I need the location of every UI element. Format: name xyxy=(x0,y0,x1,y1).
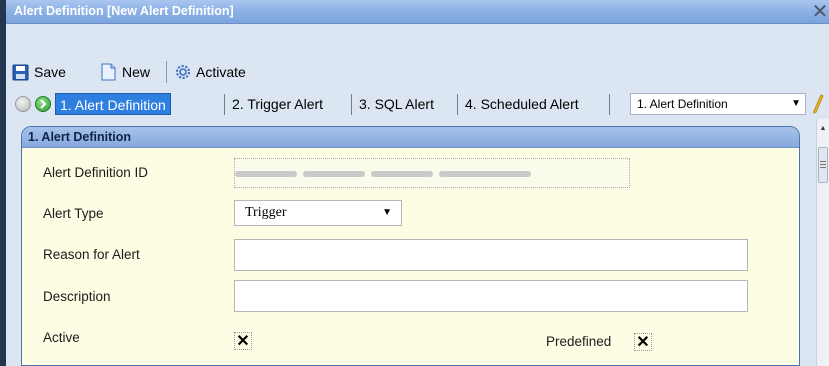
new-label: New xyxy=(122,64,151,80)
tab-alert-definition[interactable]: 1. Alert Definition xyxy=(55,93,171,115)
description-input[interactable] xyxy=(234,280,748,312)
chevron-down-icon: ▼ xyxy=(791,98,801,109)
new-document-icon xyxy=(101,63,116,81)
panel-title: 1. Alert Definition xyxy=(28,130,132,144)
predefined-label: Predefined xyxy=(546,334,612,349)
save-label: Save xyxy=(34,64,66,80)
tab-separator xyxy=(609,94,610,115)
toolbar-separator xyxy=(166,61,167,83)
redacted-id-text xyxy=(371,171,433,177)
step-selector[interactable]: 1. Alert Definition ▼ xyxy=(630,93,806,115)
alert-definition-id-field xyxy=(234,158,630,188)
back-arrow-icon[interactable] xyxy=(15,96,31,112)
tab-separator xyxy=(224,94,225,115)
alert-definition-window: Alert Definition [New Alert Definition] … xyxy=(0,0,829,366)
tab-separator xyxy=(457,94,458,115)
step-selector-value: 1. Alert Definition xyxy=(637,97,728,111)
chevron-down-icon: ▼ xyxy=(382,207,392,218)
active-label: Active xyxy=(43,330,80,345)
close-icon[interactable]: ✕ xyxy=(811,1,829,23)
alert-type-value: Trigger xyxy=(245,205,287,220)
tab-sql-alert[interactable]: 3. SQL Alert xyxy=(355,93,438,115)
redacted-id-text xyxy=(303,171,365,177)
save-icon xyxy=(12,64,29,80)
alert-type-label: Alert Type xyxy=(43,206,104,221)
tab-scheduled-alert[interactable]: 4. Scheduled Alert xyxy=(461,93,583,115)
tab-separator xyxy=(351,94,352,115)
predefined-checkbox[interactable]: ✕ xyxy=(634,333,652,351)
window-title: Alert Definition [New Alert Definition] xyxy=(14,4,234,18)
pencil-icon[interactable] xyxy=(812,94,824,114)
title-bar: Alert Definition [New Alert Definition] … xyxy=(6,0,829,24)
reason-for-alert-label: Reason for Alert xyxy=(43,247,140,262)
new-button[interactable]: New xyxy=(101,62,150,82)
save-button[interactable]: Save xyxy=(12,62,66,82)
vertical-scrollbar[interactable]: ▲ xyxy=(816,119,829,366)
gear-icon xyxy=(176,65,190,79)
forward-arrow-icon[interactable] xyxy=(35,96,51,112)
alert-definition-panel: 1. Alert Definition Alert Definition ID … xyxy=(21,126,800,366)
active-checkbox[interactable]: ✕ xyxy=(234,332,252,350)
scroll-up-icon[interactable]: ▲ xyxy=(818,125,828,132)
activate-button[interactable]: Activate xyxy=(175,62,246,82)
description-label: Description xyxy=(43,289,111,304)
reason-for-alert-input[interactable] xyxy=(234,239,748,271)
tab-trigger-alert[interactable]: 2. Trigger Alert xyxy=(228,93,327,115)
redacted-id-text xyxy=(235,171,297,177)
alert-definition-id-label: Alert Definition ID xyxy=(43,165,149,180)
alert-type-select[interactable]: Trigger ▼ xyxy=(234,200,402,226)
step-navigation: 1. Alert Definition 2. Trigger Alert 3. … xyxy=(6,91,829,117)
activate-label: Activate xyxy=(196,64,246,80)
panel-header: 1. Alert Definition xyxy=(22,127,799,148)
scrollbar-thumb[interactable] xyxy=(818,147,828,183)
redacted-id-text xyxy=(439,171,531,177)
